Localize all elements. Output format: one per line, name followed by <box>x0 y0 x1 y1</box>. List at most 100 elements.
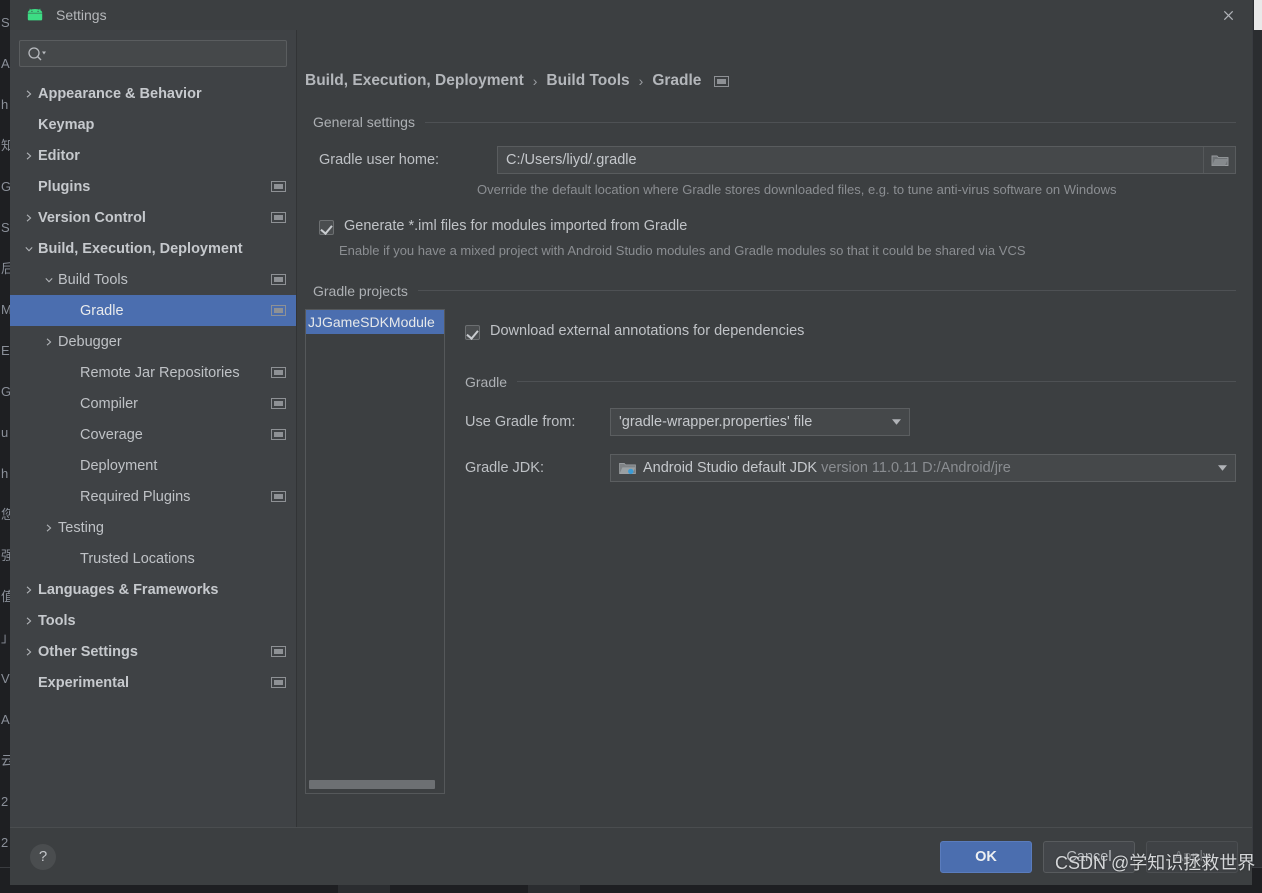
sidebar-item-label: Plugins <box>38 179 90 195</box>
section-divider <box>517 381 1236 382</box>
gradle-jdk-row: Gradle JDK: Android Studio default JDK v… <box>459 454 1252 482</box>
gradle-jdk-select[interactable]: Android Studio default JDK version 11.0.… <box>610 454 1236 482</box>
chevron-right-icon[interactable] <box>20 616 38 626</box>
chevron-right-icon[interactable] <box>40 337 58 347</box>
sidebar-item-trusted-locations[interactable]: Trusted Locations <box>10 543 296 574</box>
sidebar-item-experimental[interactable]: Experimental <box>10 667 296 698</box>
sidebar-item-label: Deployment <box>80 458 157 474</box>
search-input[interactable] <box>48 45 280 62</box>
settings-content-pane: Build, Execution, Deployment › Build Too… <box>297 30 1252 827</box>
chevron-right-icon[interactable] <box>20 647 38 657</box>
apply-button: Apply <box>1146 841 1238 873</box>
project-scope-icon <box>271 367 286 378</box>
section-title: Gradle <box>465 374 507 390</box>
chevron-right-icon[interactable] <box>20 89 38 99</box>
breadcrumb-part-2[interactable]: Build Tools <box>546 72 629 90</box>
backdrop-glyph: S <box>1 16 10 29</box>
chevron-right-icon[interactable] <box>40 523 58 533</box>
sidebar-item-label: Remote Jar Repositories <box>80 365 240 381</box>
dialog-titlebar: Settings <box>10 0 1252 30</box>
sidebar-item-languages-frameworks[interactable]: Languages & Frameworks <box>10 574 296 605</box>
backdrop-glyph: A <box>1 57 10 70</box>
section-general-settings: General settings <box>297 114 1252 130</box>
sidebar-item-plugins[interactable]: Plugins <box>10 171 296 202</box>
ok-button[interactable]: OK <box>940 841 1032 873</box>
use-gradle-from-select[interactable]: 'gradle-wrapper.properties' file <box>610 408 910 436</box>
chevron-down-icon[interactable] <box>40 276 58 284</box>
sidebar-item-version-control[interactable]: Version Control <box>10 202 296 233</box>
sidebar-item-label: Tools <box>38 613 76 629</box>
sidebar-item-label: Compiler <box>80 396 138 412</box>
breadcrumb-part-1[interactable]: Build, Execution, Deployment <box>305 72 524 90</box>
gradle-user-home-row: Gradle user home: <box>297 146 1252 174</box>
search-box[interactable] <box>19 40 287 67</box>
sidebar-item-testing[interactable]: Testing <box>10 512 296 543</box>
sidebar-item-remote-jar-repositories[interactable]: Remote Jar Repositories <box>10 357 296 388</box>
backdrop-glyph: E <box>1 344 10 357</box>
project-scope-icon <box>714 76 729 87</box>
sidebar-item-debugger[interactable]: Debugger <box>10 326 296 357</box>
section-divider <box>425 122 1236 123</box>
gradle-projects-list[interactable]: JJGameSDKModule <box>305 309 445 794</box>
sidebar-item-tools[interactable]: Tools <box>10 605 296 636</box>
gradle-jdk-label: Gradle JDK: <box>465 460 610 476</box>
sidebar-item-build-tools[interactable]: Build Tools <box>10 264 296 295</box>
chevron-right-icon[interactable] <box>20 585 38 595</box>
breadcrumb: Build, Execution, Deployment › Build Too… <box>297 30 1252 90</box>
sidebar-item-compiler[interactable]: Compiler <box>10 388 296 419</box>
sidebar-item-label: Build, Execution, Deployment <box>38 241 243 257</box>
horizontal-scrollbar[interactable] <box>309 780 435 789</box>
sidebar-search-wrap <box>10 30 296 75</box>
backdrop-glyph: h <box>1 467 8 480</box>
generate-iml-checkbox[interactable] <box>319 220 334 235</box>
section-divider <box>418 290 1236 291</box>
chevron-down-icon[interactable] <box>20 245 38 253</box>
sidebar-item-label: Gradle <box>80 303 124 319</box>
ide-right-toolbar-strip <box>1252 0 1262 885</box>
breadcrumb-separator-1: › <box>533 73 538 89</box>
backdrop-glyph: u <box>1 426 8 439</box>
sidebar-item-label: Appearance & Behavior <box>38 86 202 102</box>
breadcrumb-part-3[interactable]: Gradle <box>652 72 701 90</box>
search-icon <box>26 46 48 62</box>
sidebar-item-appearance-behavior[interactable]: Appearance & Behavior <box>10 78 296 109</box>
cancel-button[interactable]: Cancel <box>1043 841 1135 873</box>
gradle-user-home-input[interactable] <box>498 152 1203 168</box>
download-annotations-checkbox[interactable] <box>465 325 480 340</box>
sidebar-item-label: Build Tools <box>58 272 128 288</box>
sidebar-item-gradle[interactable]: Gradle <box>10 295 296 326</box>
gradle-user-home-field[interactable] <box>497 146 1236 174</box>
use-gradle-from-row: Use Gradle from: 'gradle-wrapper.propert… <box>459 408 1252 436</box>
help-icon[interactable]: ? <box>30 844 56 870</box>
project-scope-icon <box>271 181 286 192</box>
chevron-right-icon[interactable] <box>20 213 38 223</box>
sidebar-item-coverage[interactable]: Coverage <box>10 419 296 450</box>
backdrop-glyph: S <box>1 221 10 234</box>
close-icon[interactable] <box>1216 3 1240 27</box>
use-gradle-from-label: Use Gradle from: <box>465 414 610 430</box>
sidebar-item-deployment[interactable]: Deployment <box>10 450 296 481</box>
gradle-jdk-version: version 11.0.11 D:/Android/jre <box>821 460 1011 476</box>
sidebar-item-required-plugins[interactable]: Required Plugins <box>10 481 296 512</box>
sidebar-item-label: Testing <box>58 520 104 536</box>
list-item[interactable]: JJGameSDKModule <box>306 310 444 334</box>
project-scope-icon <box>271 429 286 440</box>
backdrop-glyph: 2 <box>1 836 8 849</box>
download-annotations-row: Download external annotations for depend… <box>459 323 1252 340</box>
backdrop-glyph: 2 <box>1 795 8 808</box>
sidebar-item-other-settings[interactable]: Other Settings <box>10 636 296 667</box>
download-annotations-label: Download external annotations for depend… <box>490 323 804 339</box>
gradle-jdk-value: Android Studio default JDK <box>643 460 817 476</box>
sidebar-item-keymap[interactable]: Keymap <box>10 109 296 140</box>
breadcrumb-separator-2: › <box>639 73 644 89</box>
generate-iml-row: Generate *.iml files for modules importe… <box>297 218 1252 235</box>
chevron-right-icon[interactable] <box>20 151 38 161</box>
sidebar-item-label: Other Settings <box>38 644 138 660</box>
chevron-down-icon <box>883 419 909 425</box>
sidebar-item-editor[interactable]: Editor <box>10 140 296 171</box>
folder-open-icon[interactable] <box>1203 147 1235 173</box>
section-title: General settings <box>313 114 415 130</box>
project-scope-icon <box>271 305 286 316</box>
sidebar-item-build-execution-deployment[interactable]: Build, Execution, Deployment <box>10 233 296 264</box>
gradle-project-detail: Download external annotations for depend… <box>445 309 1252 794</box>
